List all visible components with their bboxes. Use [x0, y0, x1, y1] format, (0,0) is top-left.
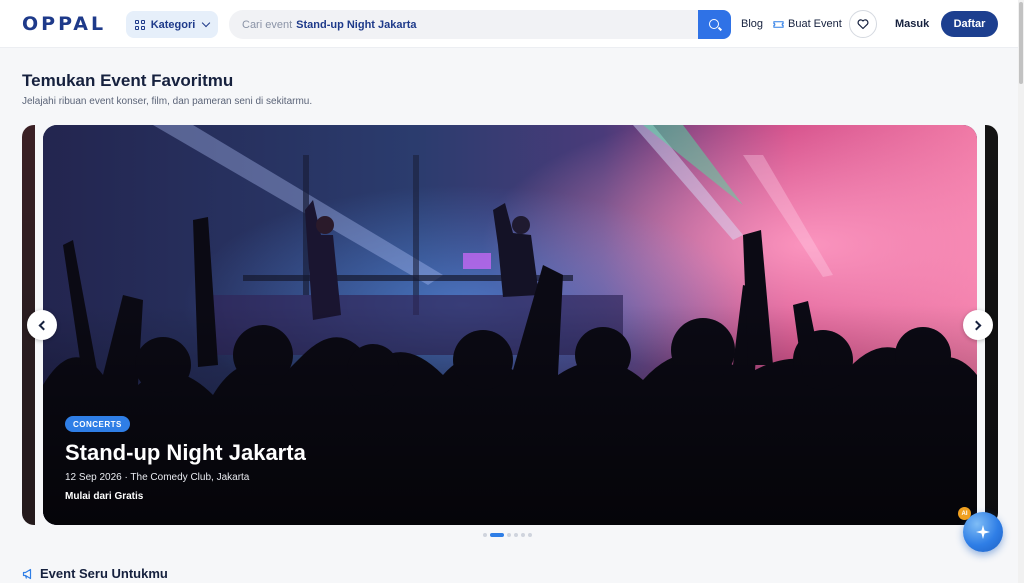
event-date-venue: 12 Sep 2026 · The Comedy Club, Jakarta [65, 472, 250, 483]
logo[interactable]: OPPAL [22, 13, 106, 35]
search-query: Stand-up Night Jakarta [296, 18, 417, 31]
login-link[interactable]: Masuk [895, 18, 929, 30]
carousel-dot[interactable] [521, 533, 525, 537]
section-title: Temukan Event Favoritmu [22, 71, 234, 90]
heart-icon [857, 19, 869, 30]
top-navbar: OPPAL Kategori Cari event Stand-up Night… [0, 0, 1024, 48]
chevron-down-icon [202, 18, 211, 28]
section-subtitle: Jelajahi ribuan event konser, film, dan … [22, 96, 313, 107]
carousel-dot[interactable] [483, 533, 487, 537]
carousel-dot-active[interactable] [490, 533, 504, 537]
search-icon [708, 18, 719, 29]
recommend-title: Event Seru Untukmu [40, 566, 168, 581]
grid-icon [134, 19, 145, 30]
favorites-button[interactable] [849, 10, 877, 38]
carousel-dot[interactable] [528, 533, 532, 537]
search-input[interactable]: Cari event Stand-up Night Jakarta [229, 10, 699, 39]
scrollbar-track[interactable] [1018, 0, 1024, 583]
search-button[interactable] [698, 10, 731, 39]
carousel-prev-button[interactable] [27, 310, 57, 340]
category-badge: CONCERTS [65, 416, 130, 432]
kategori-label: Kategori [150, 18, 196, 31]
hero-slide[interactable]: CONCERTS Stand-up Night Jakarta 12 Sep 2… [43, 125, 977, 525]
carousel-pagination [483, 533, 532, 537]
buat-event-link[interactable]: Buat Event [773, 18, 842, 30]
logo-text: OPPAL [22, 13, 107, 35]
carousel-dot[interactable] [514, 533, 518, 537]
scrollbar-thumb[interactable] [1019, 2, 1023, 84]
event-price: Mulai dari Gratis [65, 491, 144, 502]
event-title: Stand-up Night Jakarta [65, 440, 306, 465]
chevron-left-icon [38, 320, 49, 330]
blog-link[interactable]: Blog [741, 18, 763, 30]
carousel-dot[interactable] [507, 533, 511, 537]
search-placeholder: Cari event [242, 18, 293, 31]
ai-badge: AI [958, 507, 971, 520]
sparkle-icon [976, 525, 990, 539]
megaphone-icon [22, 568, 32, 579]
ticket-icon [773, 20, 784, 28]
register-button[interactable]: Daftar [941, 11, 998, 37]
carousel-next-button[interactable] [963, 310, 993, 340]
kategori-dropdown[interactable]: Kategori [126, 11, 218, 38]
chevron-right-icon [971, 320, 982, 330]
recommend-section-title: Event Seru Untukmu [22, 566, 168, 581]
buat-event-label: Buat Event [788, 18, 842, 30]
